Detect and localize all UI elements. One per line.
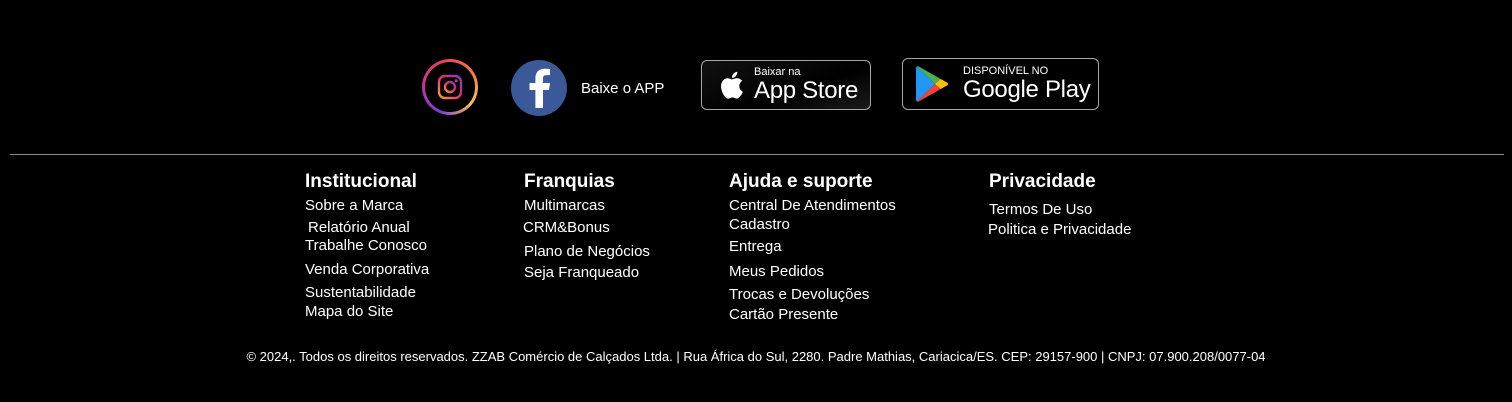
google-play-icon (916, 66, 948, 102)
link-sobre-a-marca[interactable]: Sobre a Marca (305, 197, 403, 214)
link-seja-franqueado[interactable]: Seja Franqueado (524, 264, 639, 281)
google-play-badge[interactable]: DISPONÍVEL NO Google Play (902, 58, 1099, 110)
google-play-big-text: Google Play (963, 76, 1091, 103)
instagram-icon (425, 62, 475, 112)
link-multimarcas[interactable]: Multimarcas (524, 197, 605, 214)
app-store-big-text: App Store (754, 77, 859, 104)
column-title-privacidade: Privacidade (989, 171, 1096, 192)
copyright-text: © 2024,. Todos os direitos reservados. Z… (246, 349, 1266, 364)
link-plano-de-negocios[interactable]: Plano de Negócios (524, 243, 650, 260)
footer-divider (10, 154, 1504, 155)
column-title-institucional: Institucional (305, 171, 417, 192)
link-termos-de-uso[interactable]: Termos De Uso (989, 201, 1092, 218)
instagram-link[interactable] (422, 59, 478, 115)
link-cadastro[interactable]: Cadastro (729, 216, 790, 233)
column-title-franquias: Franquias (524, 171, 615, 192)
link-meus-pedidos[interactable]: Meus Pedidos (729, 263, 824, 280)
app-store-badge[interactable]: Baixar na App Store (701, 60, 871, 110)
link-entrega[interactable]: Entrega (729, 238, 782, 255)
social-row: Baixe o APP Baixar na App Store DISPONÍV… (0, 0, 1512, 150)
link-trocas-e-devolucoes[interactable]: Trocas e Devoluções (729, 286, 869, 303)
link-mapa-do-site[interactable]: Mapa do Site (305, 303, 393, 320)
facebook-icon (529, 68, 550, 108)
link-crm-bonus[interactable]: CRM&Bonus (523, 219, 610, 236)
download-app-label: Baixe o APP (581, 80, 665, 97)
facebook-link[interactable] (511, 60, 567, 116)
link-politica-e-privacidade[interactable]: Politica e Privacidade (988, 221, 1131, 238)
link-relatorio-anual[interactable]: Relatório Anual (308, 219, 410, 236)
link-central-de-atendimentos[interactable]: Central De Atendimentos (729, 197, 896, 214)
apple-icon (721, 71, 743, 99)
link-sustentabilidade[interactable]: Sustentabilidade (305, 284, 416, 301)
link-trabalhe-conosco[interactable]: Trabalhe Conosco (305, 237, 427, 254)
column-title-ajuda: Ajuda e suporte (729, 171, 873, 192)
link-venda-corporativa[interactable]: Venda Corporativa (305, 261, 429, 278)
link-cartao-presente[interactable]: Cartão Presente (729, 306, 838, 323)
